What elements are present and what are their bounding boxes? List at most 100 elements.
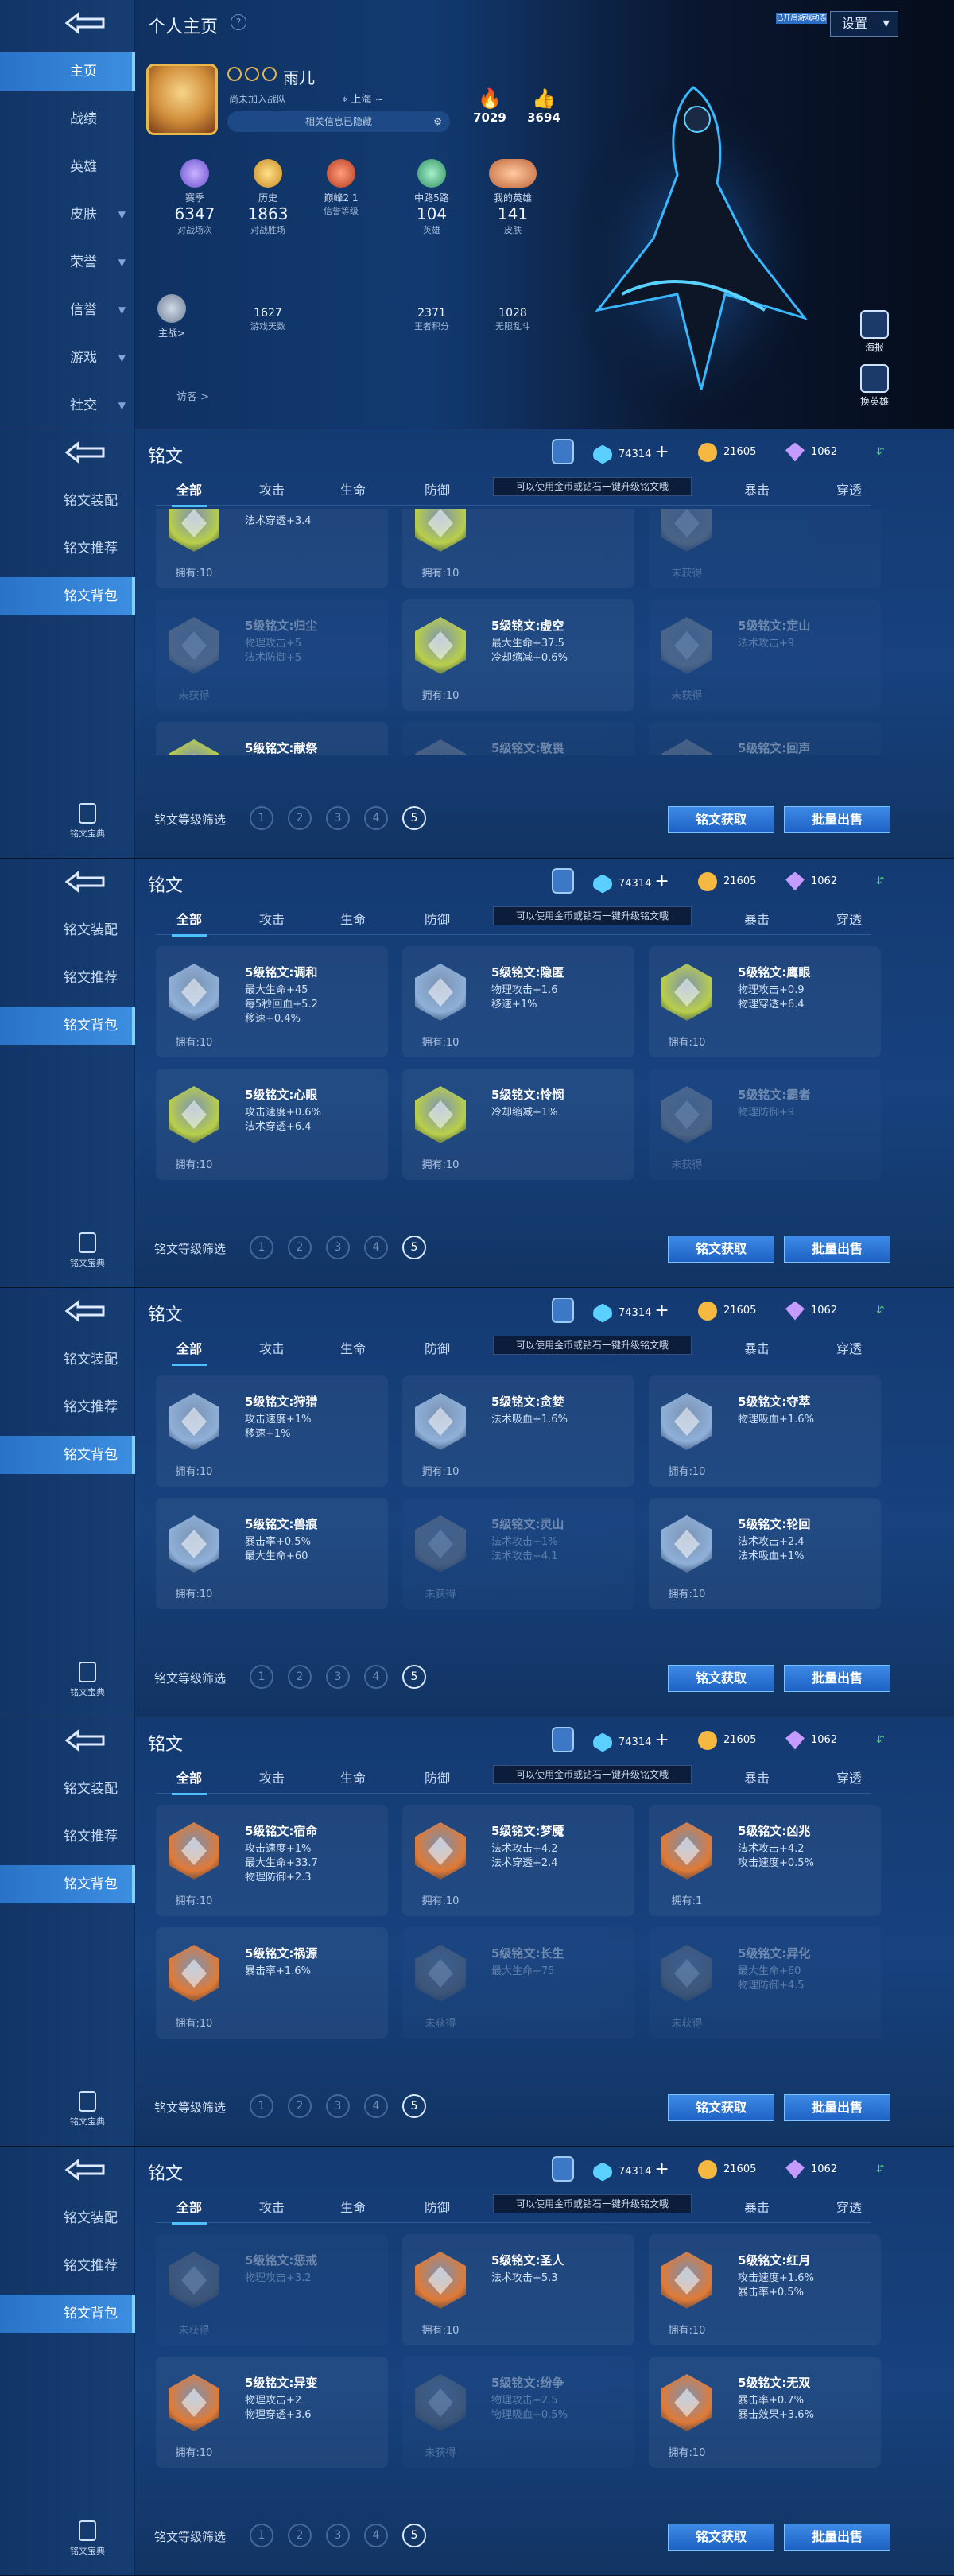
- tab-defense[interactable]: 防御: [425, 1767, 450, 1794]
- rune-card[interactable]: 5级铭文:调和 最大生命+45 每5秒回血+5.2 移速+0.4% 拥有:10: [156, 946, 388, 1057]
- nav-social[interactable]: 社交 ▼: [0, 386, 135, 425]
- level-2-button[interactable]: 2: [288, 806, 312, 830]
- rune-card[interactable]: 5级铭文:凶兆 法术攻击+4.2 攻击速度+0.5% 拥有:1: [649, 1805, 881, 1916]
- back-logo-icon[interactable]: [64, 1728, 108, 1752]
- level-2-button[interactable]: 2: [288, 2524, 312, 2547]
- nav-rune-equip[interactable]: 铭文装配: [0, 911, 135, 949]
- tab-attack[interactable]: 攻击: [259, 479, 285, 506]
- add-gem-button[interactable]: +: [654, 1301, 669, 1321]
- nav-rune-bag[interactable]: 铭文背包: [0, 1007, 135, 1045]
- nav-hero[interactable]: 英雄: [0, 148, 135, 186]
- rune-card[interactable]: 5级铭文:怜悯 冷却缩减+1% 拥有:10: [402, 1069, 634, 1180]
- rune-guide-button[interactable]: 铭文宝典: [64, 803, 111, 840]
- stat-main[interactable]: 主战>: [148, 294, 196, 339]
- level-4-button[interactable]: 4: [364, 1236, 388, 1259]
- rune-card[interactable]: 5级铭文:贪婪 法术吸血+1.6% 拥有:10: [402, 1375, 634, 1487]
- tab-crit[interactable]: 暴击: [744, 2196, 770, 2223]
- tab-defense[interactable]: 防御: [425, 2196, 450, 2223]
- rune-card[interactable]: 5级铭文:异变 物理攻击+2 物理穿透+3.6 拥有:10: [156, 2357, 388, 2468]
- tab-all[interactable]: 全部: [171, 1337, 207, 1366]
- back-logo-icon[interactable]: [64, 2158, 108, 2182]
- tab-health[interactable]: 生命: [340, 479, 366, 506]
- rune-shop-icon[interactable]: [552, 439, 574, 464]
- tab-crit[interactable]: 暴击: [744, 908, 770, 935]
- nav-rune-recommend[interactable]: 铭文推荐: [0, 1818, 135, 1856]
- bulk-sell-button[interactable]: 批量出售: [784, 1665, 890, 1692]
- nav-honor[interactable]: 荣誉 ▼: [0, 243, 135, 281]
- nav-record[interactable]: 战绩: [0, 100, 135, 138]
- rune-card[interactable]: 5级铭文:纷争 物理攻击+2.5 物理吸血+0.5% 未获得: [402, 2357, 634, 2468]
- level-3-button[interactable]: 3: [326, 806, 350, 830]
- nav-rune-bag[interactable]: 铭文背包: [0, 577, 135, 615]
- level-2-button[interactable]: 2: [288, 1665, 312, 1689]
- tab-health[interactable]: 生命: [340, 908, 366, 935]
- rune-shop-icon[interactable]: [552, 1298, 574, 1323]
- tab-crit[interactable]: 暴击: [744, 1767, 770, 1794]
- rune-card[interactable]: 5级铭文:狩猎 攻击速度+1% 移速+1% 拥有:10: [156, 1375, 388, 1487]
- rune-card[interactable]: 5级铭文:夺萃 物理吸血+1.6% 拥有:10: [649, 1375, 881, 1487]
- nav-rune-recommend[interactable]: 铭文推荐: [0, 530, 135, 568]
- tab-all[interactable]: 全部: [171, 1767, 207, 1795]
- get-rune-button[interactable]: 铭文获取: [668, 2094, 774, 2121]
- add-gem-button[interactable]: +: [654, 1730, 669, 1750]
- rune-card[interactable]: 5级铭文:轮回 法术攻击+2.4 法术吸血+1% 拥有:10: [649, 1498, 881, 1609]
- level-5-button[interactable]: 5: [402, 806, 426, 830]
- tab-penetration[interactable]: 穿透: [836, 908, 862, 935]
- back-logo-icon[interactable]: [64, 440, 108, 464]
- rune-card[interactable]: 5级铭文:献祭法术攻击+2.4冷却缩减+0.7%拥有:10: [156, 722, 388, 755]
- add-gem-button[interactable]: +: [654, 871, 669, 891]
- tab-defense[interactable]: 防御: [425, 1337, 450, 1364]
- rune-guide-button[interactable]: 铭文宝典: [64, 1232, 111, 1269]
- nav-rune-equip[interactable]: 铭文装配: [0, 1340, 135, 1379]
- rune-card[interactable]: 拥有:10: [402, 509, 634, 588]
- help-icon[interactable]: ?: [231, 14, 246, 30]
- get-rune-button[interactable]: 铭文获取: [668, 2524, 774, 2551]
- rune-card[interactable]: 5级铭文:隐匿 物理攻击+1.6 移速+1% 拥有:10: [402, 946, 634, 1057]
- tab-penetration[interactable]: 穿透: [836, 1767, 862, 1794]
- like-stat[interactable]: 👍 3694: [520, 87, 568, 125]
- tab-penetration[interactable]: 穿透: [836, 479, 862, 506]
- rune-card[interactable]: 5级铭文:鹰眼 物理攻击+0.9 物理穿透+6.4 拥有:10: [649, 946, 881, 1057]
- bulk-sell-button[interactable]: 批量出售: [784, 2094, 890, 2121]
- nav-rune-bag[interactable]: 铭文背包: [0, 1865, 135, 1903]
- nav-credit[interactable]: 信誉 ▼: [0, 291, 135, 329]
- get-rune-button[interactable]: 铭文获取: [668, 1665, 774, 1692]
- nav-rune-equip[interactable]: 铭文装配: [0, 1770, 135, 1808]
- rune-card[interactable]: 5级铭文:红月 攻击速度+1.6% 暴击率+0.5% 拥有:10: [649, 2234, 881, 2345]
- stat-credit[interactable]: 巅峰2 1 信誉等级: [297, 159, 385, 217]
- rune-card[interactable]: 5级铭文:梦魇 法术攻击+4.2 法术穿透+2.4 拥有:10: [402, 1805, 634, 1916]
- level-1-button[interactable]: 1: [250, 806, 273, 830]
- tab-crit[interactable]: 暴击: [744, 1337, 770, 1364]
- level-5-button[interactable]: 5: [402, 1236, 426, 1259]
- level-4-button[interactable]: 4: [364, 2094, 388, 2118]
- rune-card[interactable]: 5级铭文:定山 法术攻击+9 未获得: [649, 599, 881, 711]
- nav-rune-bag[interactable]: 铭文背包: [0, 2295, 135, 2333]
- tab-crit[interactable]: 暴击: [744, 479, 770, 506]
- level-2-button[interactable]: 2: [288, 2094, 312, 2118]
- nav-rune-recommend[interactable]: 铭文推荐: [0, 1388, 135, 1426]
- tab-all[interactable]: 全部: [171, 479, 207, 507]
- level-3-button[interactable]: 3: [326, 1236, 350, 1259]
- tab-health[interactable]: 生命: [340, 2196, 366, 2223]
- rune-card[interactable]: 5级铭文:祸源 暴击率+1.6% 拥有:10: [156, 1927, 388, 2039]
- rune-card[interactable]: 5级铭文:惩戒 物理攻击+3.2 未获得: [156, 2234, 388, 2345]
- tab-health[interactable]: 生命: [340, 1337, 366, 1364]
- level-3-button[interactable]: 3: [326, 2524, 350, 2547]
- rune-card[interactable]: 5级铭文:敬畏法术攻击+0.7%物理穿透+5.9未获得: [402, 722, 634, 755]
- rune-guide-button[interactable]: 铭文宝典: [64, 2520, 111, 2557]
- rune-card[interactable]: 5级铭文:兽痕 暴击率+0.5% 最大生命+60 拥有:10: [156, 1498, 388, 1609]
- nav-rune-equip[interactable]: 铭文装配: [0, 2199, 135, 2237]
- level-5-button[interactable]: 5: [402, 2524, 426, 2547]
- tab-all[interactable]: 全部: [171, 908, 207, 937]
- rune-card[interactable]: 未获得: [649, 509, 881, 588]
- nav-game[interactable]: 游戏 ▼: [0, 339, 135, 377]
- rune-card[interactable]: 5级铭文:虚空 最大生命+37.5 冷却缩减+0.6% 拥有:10: [402, 599, 634, 711]
- level-4-button[interactable]: 4: [364, 806, 388, 830]
- rune-card[interactable]: 5级铭文:异化 最大生命+60 物理防御+4.5 未获得: [649, 1927, 881, 2039]
- tab-all[interactable]: 全部: [171, 2196, 207, 2225]
- level-4-button[interactable]: 4: [364, 2524, 388, 2547]
- bulk-sell-button[interactable]: 批量出售: [784, 806, 890, 833]
- nav-rune-recommend[interactable]: 铭文推荐: [0, 2247, 135, 2285]
- tab-attack[interactable]: 攻击: [259, 1337, 285, 1364]
- rune-card[interactable]: 5级铭文:心眼 攻击速度+0.6% 法术穿透+6.4 拥有:10: [156, 1069, 388, 1180]
